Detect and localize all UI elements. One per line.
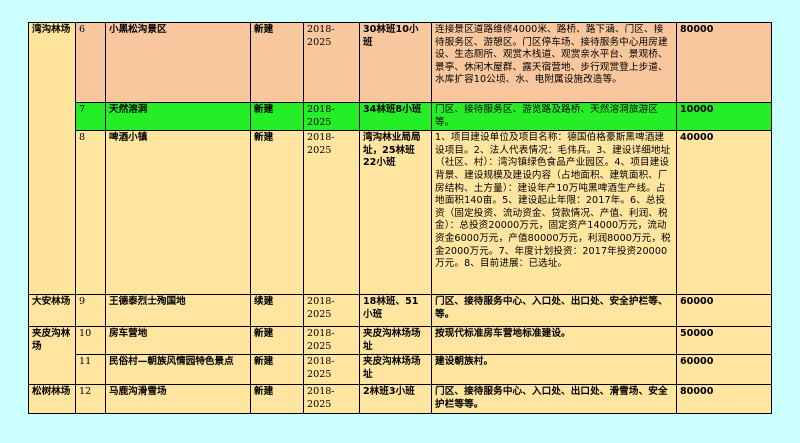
area-cell: 大安林场 [28, 294, 76, 328]
area-cell: 夹皮沟林场 [28, 326, 76, 386]
row-number: 9 [75, 294, 106, 328]
build-type: 新建 [250, 22, 304, 103]
content: 门区、接待服务中心、入口处、出口处、安全护栏等、等。 [431, 294, 677, 328]
period: 2018-2025 [303, 101, 360, 132]
location: 18林班、51小班 [359, 294, 432, 328]
period: 2018-2025 [303, 294, 360, 328]
row-number: 7 [75, 101, 106, 132]
period: 2018-2025 [303, 354, 360, 386]
investment: 40000 [676, 130, 772, 296]
content: 按现代标准房车营地标准建设。 [431, 326, 677, 356]
build-type: 新建 [250, 326, 304, 356]
investment: 60000 [676, 354, 772, 386]
location: 30林班10小班 [359, 22, 432, 103]
location: 夹皮沟林场场址 [359, 354, 432, 386]
project-table: 湾沟林场 6 小黑松沟景区 新建 2018-2025 30林班10小班 连接景区… [28, 21, 772, 414]
content: 1、项目建设单位及项目名称：德国伯格豪斯黑啤酒建设项目。2、法人代表情况：毛伟兵… [431, 130, 677, 296]
build-type: 新建 [250, 130, 304, 296]
project-name: 啤酒小镇 [105, 130, 251, 296]
project-name: 房车营地 [105, 326, 251, 356]
investment: 80000 [676, 384, 772, 414]
investment: 60000 [676, 294, 772, 328]
project-name: 天然溶洞 [105, 101, 251, 132]
investment: 10000 [676, 101, 772, 132]
content: 连接景区道路维修4000米、路桥、路下涵、门区、接待服务区、游憩区。门区停车场、… [431, 22, 677, 103]
location: 湾沟林业局局址，25林班22小班 [359, 130, 432, 296]
table-row: 7 天然溶洞 新建 2018-2025 34林班8小班 门区、接待服务区、游览路… [29, 101, 772, 132]
period: 2018-2025 [303, 384, 360, 414]
table-row: 松树林场 12 马鹿沟滑雪场 新建 2018-2025 2林班3小班 门区、接待… [28, 384, 772, 414]
project-name: 马鹿沟滑雪场 [105, 384, 251, 414]
period: 2018-2025 [303, 326, 360, 356]
period: 2018-2025 [303, 22, 360, 103]
row-number: 10 [75, 326, 106, 356]
project-name: 小黑松沟景区 [105, 22, 251, 103]
project-name: 王德泰烈士殉国地 [105, 294, 251, 328]
table-row: 11 民俗村—朝族风情园特色景点 新建 2018-2025 夹皮沟林场场址 建设… [29, 354, 772, 386]
row-number: 8 [75, 130, 106, 296]
build-type: 新建 [250, 101, 304, 132]
investment: 50000 [676, 326, 772, 356]
row-number: 11 [75, 354, 106, 386]
project-name: 民俗村—朝族风情园特色景点 [105, 354, 251, 386]
investment: 80000 [676, 22, 772, 103]
table-row: 大安林场 9 王德泰烈士殉国地 续建 2018-2025 18林班、51小班 门… [28, 294, 772, 328]
area-cell: 松树林场 [28, 384, 76, 414]
row-number: 12 [75, 384, 106, 414]
content: 建设朝族村。 [431, 354, 677, 386]
table-row: 夹皮沟林场 10 房车营地 新建 2018-2025 夹皮沟林场场址 按现代标准… [28, 326, 772, 386]
content: 门区、接待服务中心、入口处、出口处、滑雪场、安全护栏等等。 [431, 384, 677, 414]
area-cell: 湾沟林场 [28, 21, 76, 296]
period: 2018-2025 [303, 130, 360, 296]
location: 34林班8小班 [359, 101, 432, 132]
table-row: 8 啤酒小镇 新建 2018-2025 湾沟林业局局址，25林班22小班 1、项… [29, 130, 772, 296]
page: { "colors": { "page_bg": "#ccffff", "are… [0, 0, 800, 443]
row-number: 6 [75, 22, 106, 103]
location: 夹皮沟林场场址 [359, 326, 432, 356]
location: 2林班3小班 [359, 384, 432, 414]
table-row: 湾沟林场 6 小黑松沟景区 新建 2018-2025 30林班10小班 连接景区… [28, 21, 772, 296]
content: 门区、接待服务区、游览路及路桥、天然溶洞旅游区等。 [431, 101, 677, 132]
build-type: 新建 [250, 384, 304, 414]
build-type: 续建 [250, 294, 304, 328]
build-type: 新建 [250, 354, 304, 386]
